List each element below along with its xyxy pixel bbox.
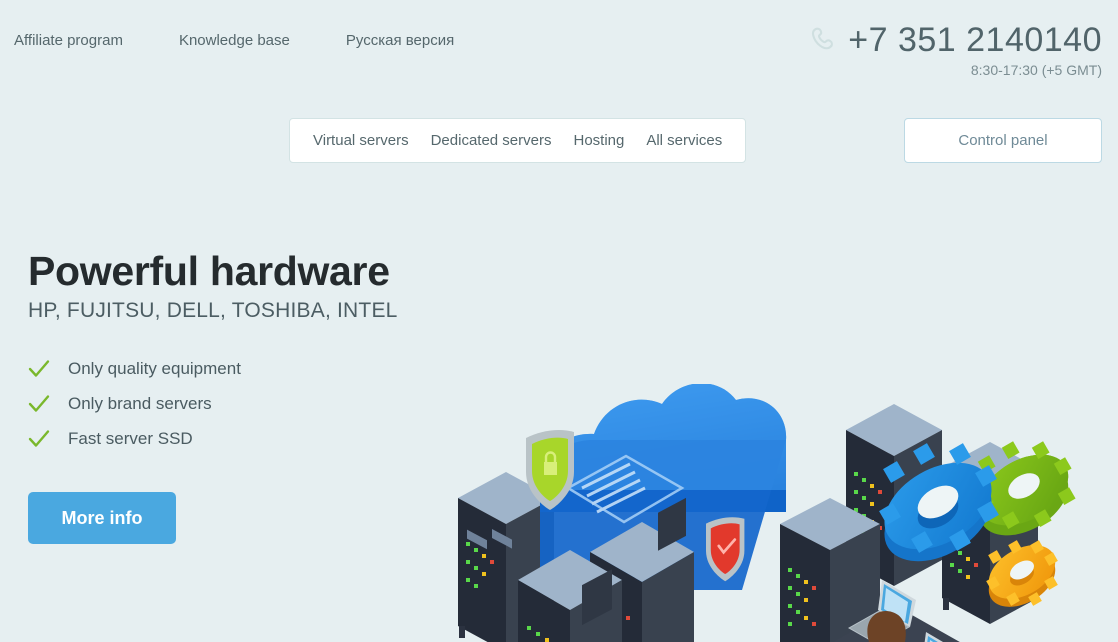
feature-list: Only quality equipment Only brand servers… <box>28 351 398 456</box>
nav-item-hosting[interactable]: Hosting <box>562 132 635 149</box>
phone-number[interactable]: +7 351 2140140 <box>848 22 1102 58</box>
check-icon <box>28 393 50 415</box>
feature-item: Only brand servers <box>28 386 398 421</box>
feature-item: Fast server SSD <box>28 421 398 456</box>
top-link-russian-version[interactable]: Русская версия <box>346 32 454 49</box>
main-nav: Virtual servers Dedicated servers Hosting A… <box>289 118 747 163</box>
control-panel-button[interactable]: Control panel <box>904 118 1102 163</box>
nav-item-all-services[interactable]: All services <box>635 132 733 149</box>
check-icon <box>28 358 50 380</box>
phone-handset-icon <box>808 25 838 55</box>
hero-section: Powerful hardware HP, FUJITSU, DELL, TOS… <box>0 192 1118 642</box>
feature-item: Only quality equipment <box>28 351 398 386</box>
isometric-datacenter-illustration <box>430 384 1118 642</box>
page-root: 国外服务器评测-www.idcspy.org-国外服务器评测-www.idcsp… <box>0 0 1118 642</box>
top-link-affiliate-program[interactable]: Affiliate program <box>14 32 123 49</box>
hero-subtitle: HP, FUJITSU, DELL, TOSHIBA, INTEL <box>28 299 398 322</box>
page-title: Powerful hardware <box>28 248 390 294</box>
phone-block: +7 351 2140140 8:30-17:30 (+5 GMT) <box>808 22 1102 78</box>
site-header: Affiliate program Knowledge base Русская в… <box>0 0 1118 192</box>
top-link-knowledge-base[interactable]: Knowledge base <box>179 32 290 49</box>
phone-row: +7 351 2140140 <box>808 22 1102 58</box>
top-links: Affiliate program Knowledge base Русская в… <box>14 32 454 49</box>
hero-copy: Powerful hardware HP, FUJITSU, DELL, TOS… <box>28 247 398 544</box>
feature-label: Only brand servers <box>68 393 212 413</box>
feature-label: Fast server SSD <box>68 428 193 448</box>
feature-label: Only quality equipment <box>68 358 241 378</box>
nav-item-virtual-servers[interactable]: Virtual servers <box>302 132 420 149</box>
nav-item-dedicated-servers[interactable]: Dedicated servers <box>420 132 563 149</box>
check-icon <box>28 428 50 450</box>
more-info-button[interactable]: More info <box>28 492 176 544</box>
business-hours: 8:30-17:30 (+5 GMT) <box>970 62 1102 78</box>
